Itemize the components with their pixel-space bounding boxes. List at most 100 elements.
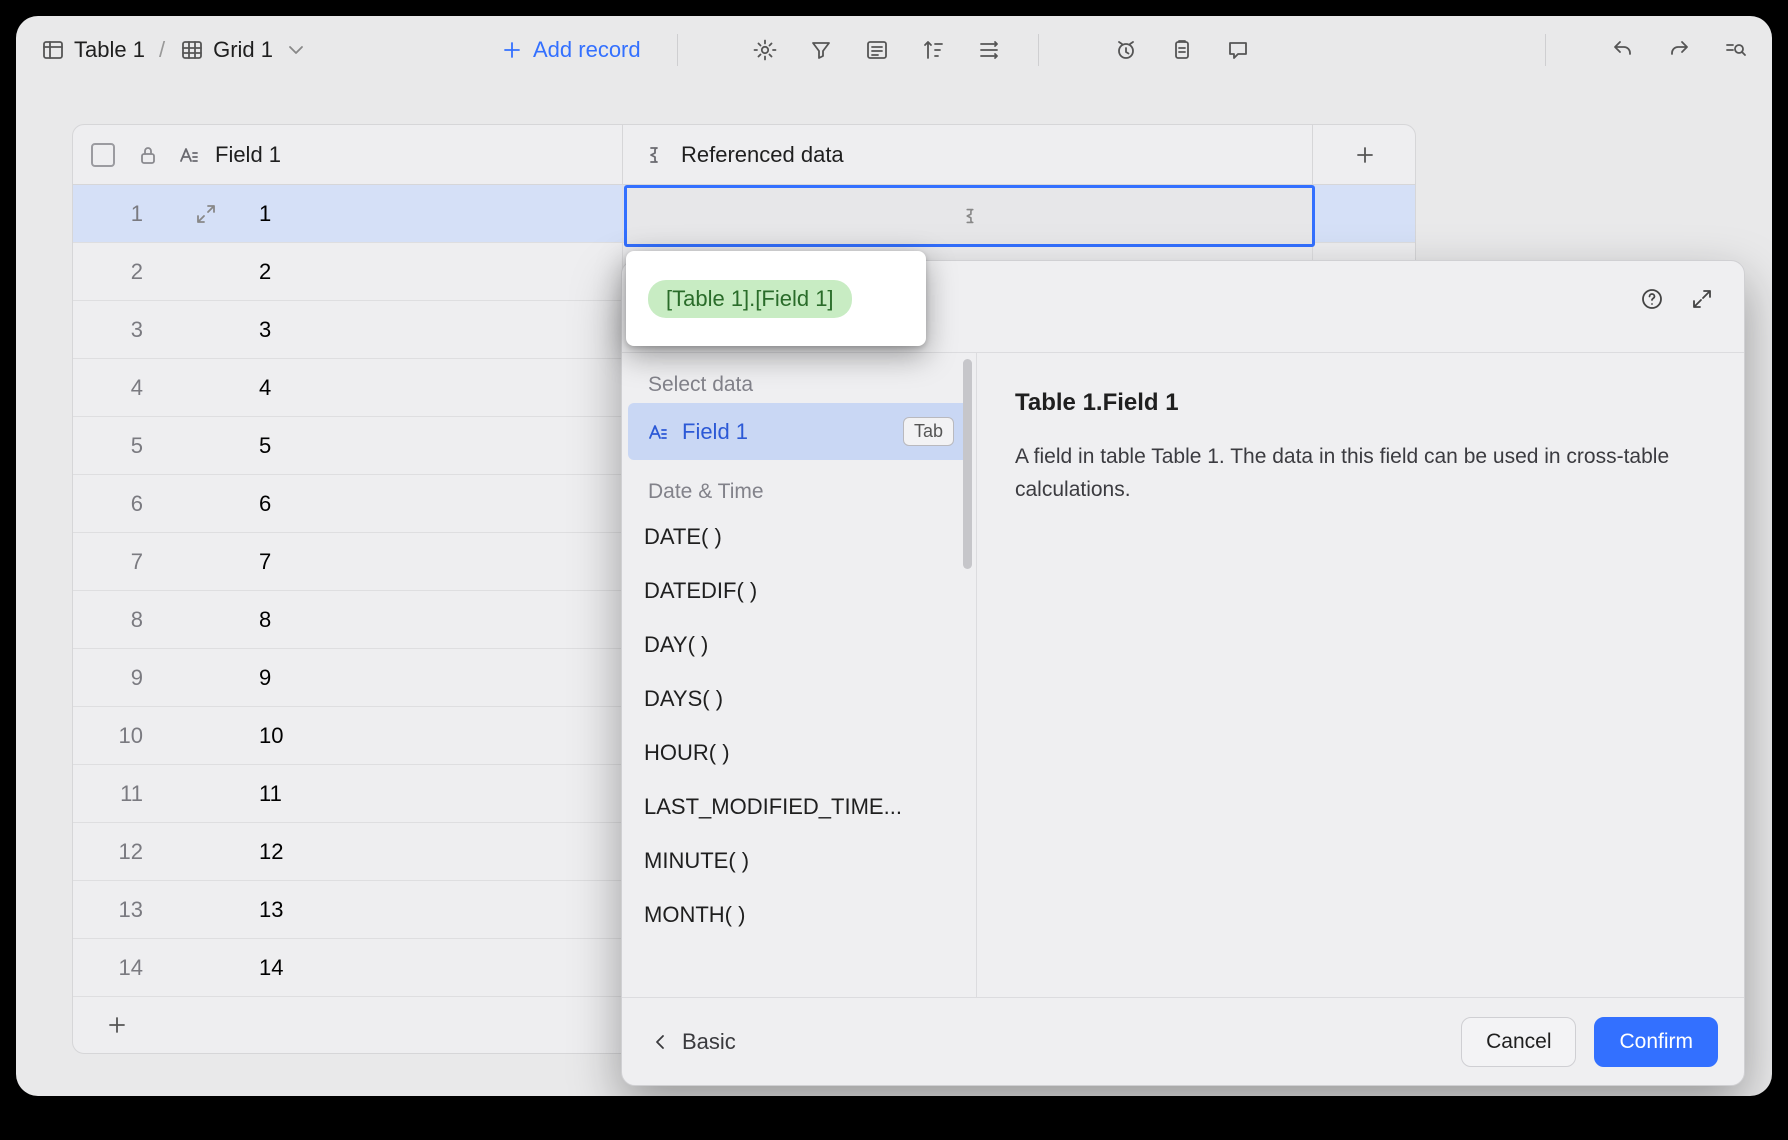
suggestion-function[interactable]: DAYS( ) xyxy=(622,672,976,726)
cell-trailing xyxy=(1313,185,1416,242)
redo-icon[interactable] xyxy=(1666,37,1692,63)
cell-field1[interactable]: 9 xyxy=(249,649,623,706)
settings-icon[interactable] xyxy=(752,37,778,63)
row-number: 12 xyxy=(73,823,163,880)
scrollbar[interactable] xyxy=(963,359,972,569)
suggestion-function[interactable]: MINUTE( ) xyxy=(622,834,976,888)
formula-reference-chip[interactable]: [Table 1].[Field 1] xyxy=(648,280,852,318)
suggestion-function[interactable]: MONTH( ) xyxy=(622,888,976,942)
suggestion-function[interactable]: DATE( ) xyxy=(622,510,976,564)
grid-header-field1[interactable]: Field 1 xyxy=(73,125,623,184)
stage: Table 1 / Grid 1 Add reco xyxy=(0,0,1788,1140)
row-height-icon[interactable] xyxy=(976,37,1002,63)
expand-row-icon xyxy=(163,417,249,474)
row-number: 2 xyxy=(73,243,163,300)
text-field-icon xyxy=(175,142,201,168)
popover-body: Select data Field 1 Tab Date & Time DATE… xyxy=(622,353,1744,997)
cell-field1[interactable]: 6 xyxy=(249,475,623,532)
suggestion-field1-label: Field 1 xyxy=(682,419,748,445)
table-icon xyxy=(40,37,66,63)
expand-row-icon xyxy=(163,939,249,996)
row-number: 9 xyxy=(73,649,163,706)
confirm-button[interactable]: Confirm xyxy=(1594,1017,1718,1067)
add-record-button[interactable]: Add record xyxy=(499,37,641,63)
toolbar-divider xyxy=(1038,34,1039,66)
suggestion-function[interactable]: LAST_MODIFIED_TIME... xyxy=(622,780,976,834)
expand-row-icon xyxy=(163,649,249,706)
breadcrumb-table[interactable]: Table 1 xyxy=(40,37,145,63)
cell-field1[interactable]: 10 xyxy=(249,707,623,764)
find-icon[interactable] xyxy=(1722,37,1748,63)
expand-row-icon xyxy=(163,533,249,590)
formula-token-preview: [Table 1].[Field 1] xyxy=(626,251,926,346)
undo-icon[interactable] xyxy=(1610,37,1636,63)
cell-field1[interactable]: 8 xyxy=(249,591,623,648)
breadcrumb-view[interactable]: Grid 1 xyxy=(179,37,309,63)
cell-field1[interactable]: 4 xyxy=(249,359,623,416)
expand-row-icon xyxy=(163,475,249,532)
suggestion-function[interactable]: HOUR( ) xyxy=(622,726,976,780)
help-icon[interactable] xyxy=(1638,285,1666,313)
formula-icon xyxy=(957,203,983,229)
cell-field1[interactable]: 7 xyxy=(249,533,623,590)
suggestion-field1[interactable]: Field 1 Tab xyxy=(628,403,970,460)
popover-footer: Basic Cancel Confirm xyxy=(622,997,1744,1085)
app-window: Table 1 / Grid 1 Add reco xyxy=(16,16,1772,1096)
sort-icon[interactable] xyxy=(920,37,946,63)
expand-icon[interactable] xyxy=(1688,285,1716,313)
lock-icon xyxy=(135,142,161,168)
row-number: 10 xyxy=(73,707,163,764)
expand-row-icon xyxy=(163,823,249,880)
row-number: 1 xyxy=(73,185,163,242)
detail-body: A field in table Table 1. The data in th… xyxy=(1015,441,1695,506)
add-record-label: Add record xyxy=(533,37,641,63)
expand-row-icon xyxy=(163,301,249,358)
toolbar: Table 1 / Grid 1 Add reco xyxy=(16,16,1772,84)
expand-row-icon xyxy=(163,359,249,416)
section-date-time: Date & Time xyxy=(622,460,976,510)
grid-view-icon xyxy=(179,37,205,63)
expand-row-icon xyxy=(163,591,249,648)
expand-row-icon xyxy=(163,765,249,822)
plus-icon xyxy=(499,37,525,63)
clipboard-icon[interactable] xyxy=(1169,37,1195,63)
active-formula-cell[interactable] xyxy=(624,185,1315,247)
expand-row-icon[interactable] xyxy=(163,185,249,242)
breadcrumb-view-label: Grid 1 xyxy=(213,37,273,63)
select-all-checkbox[interactable] xyxy=(91,143,115,167)
suggestion-function[interactable]: DATEDIF( ) xyxy=(622,564,976,618)
row-number: 7 xyxy=(73,533,163,590)
cell-field1[interactable]: 14 xyxy=(249,939,623,996)
cell-field1[interactable]: 1 xyxy=(249,185,623,242)
section-select-data: Select data xyxy=(622,353,976,403)
text-field-icon xyxy=(644,419,670,445)
add-field-button[interactable] xyxy=(1313,125,1416,184)
cancel-button[interactable]: Cancel xyxy=(1461,1017,1576,1067)
cell-field1[interactable]: 13 xyxy=(249,881,623,938)
toolbar-tools-group xyxy=(752,37,1002,63)
group-icon[interactable] xyxy=(864,37,890,63)
breadcrumb: Table 1 / Grid 1 xyxy=(40,37,309,63)
row-number: 3 xyxy=(73,301,163,358)
suggestion-function[interactable]: DAY( ) xyxy=(622,618,976,672)
chevron-down-icon xyxy=(283,37,309,63)
comment-icon[interactable] xyxy=(1225,37,1251,63)
filter-icon[interactable] xyxy=(808,37,834,63)
cell-field1[interactable]: 11 xyxy=(249,765,623,822)
column-referenced-label: Referenced data xyxy=(681,142,844,168)
suggestion-list: Select data Field 1 Tab Date & Time DATE… xyxy=(622,353,977,997)
reminder-icon[interactable] xyxy=(1113,37,1139,63)
cell-field1[interactable]: 12 xyxy=(249,823,623,880)
cell-field1[interactable]: 2 xyxy=(249,243,623,300)
cancel-label: Cancel xyxy=(1486,1030,1551,1054)
expand-row-icon xyxy=(163,881,249,938)
toolbar-misc-group xyxy=(1113,37,1251,63)
formula-editor-popover: Select data Field 1 Tab Date & Time DATE… xyxy=(621,260,1745,1086)
toolbar-right-group xyxy=(1519,34,1748,66)
grid-header-referenced[interactable]: Referenced data xyxy=(623,125,1313,184)
toolbar-divider xyxy=(1545,34,1546,66)
cell-field1[interactable]: 3 xyxy=(249,301,623,358)
cell-field1[interactable]: 5 xyxy=(249,417,623,474)
back-button[interactable]: Basic xyxy=(648,1029,736,1055)
row-number: 4 xyxy=(73,359,163,416)
